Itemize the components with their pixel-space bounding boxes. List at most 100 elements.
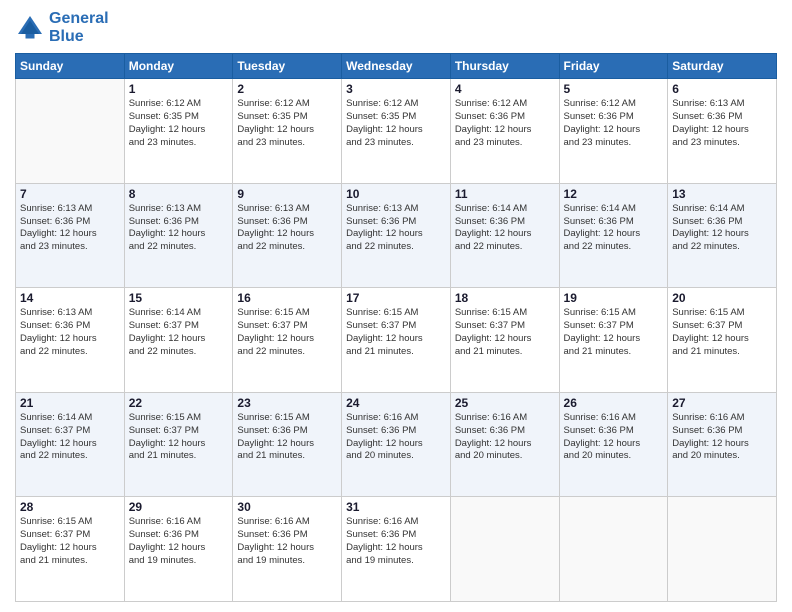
calendar-cell: 17Sunrise: 6:15 AMSunset: 6:37 PMDayligh… bbox=[342, 288, 451, 393]
day-info: Sunrise: 6:15 AMSunset: 6:37 PMDaylight:… bbox=[129, 412, 229, 463]
header-friday: Friday bbox=[559, 54, 668, 79]
day-number: 11 bbox=[455, 187, 555, 201]
day-info: Sunrise: 6:14 AMSunset: 6:37 PMDaylight:… bbox=[129, 307, 229, 358]
day-number: 20 bbox=[672, 291, 772, 305]
day-info: Sunrise: 6:15 AMSunset: 6:37 PMDaylight:… bbox=[455, 307, 555, 358]
day-number: 24 bbox=[346, 396, 446, 410]
calendar-cell bbox=[559, 497, 668, 602]
calendar-cell: 28 Sunrise: 6:15 AMSunset: 6:37 PMDayligh… bbox=[16, 497, 125, 602]
day-info: Sunrise: 6:16 AMSunset: 6:36 PMDaylight:… bbox=[346, 412, 446, 463]
calendar-cell: 20Sunrise: 6:15 AMSunset: 6:37 PMDayligh… bbox=[668, 288, 777, 393]
calendar-cell: 10Sunrise: 6:13 AMSunset: 6:36 PMDayligh… bbox=[342, 183, 451, 288]
day-number: 1 bbox=[129, 82, 229, 96]
calendar-cell: 12 Sunrise: 6:14 AMSunset: 6:36 PMDayligh… bbox=[559, 183, 668, 288]
calendar-cell: 19 Sunrise: 6:15 AMSunset: 6:37 PMDayligh… bbox=[559, 288, 668, 393]
day-number: 31 bbox=[346, 500, 446, 514]
calendar-cell bbox=[668, 497, 777, 602]
calendar-cell: 29 Sunrise: 6:16 AMSunset: 6:36 PMDayligh… bbox=[124, 497, 233, 602]
logo: General Blue bbox=[15, 10, 109, 45]
header-thursday: Thursday bbox=[450, 54, 559, 79]
day-number: 16 bbox=[237, 291, 337, 305]
day-info: Sunrise: 6:16 AMSunset: 6:36 PMDaylight:… bbox=[346, 516, 446, 567]
calendar-cell: 7 Sunrise: 6:13 AMSunset: 6:36 PMDaylight… bbox=[16, 183, 125, 288]
day-number: 5 bbox=[564, 82, 664, 96]
calendar-cell: 8 Sunrise: 6:13 AMSunset: 6:36 PMDaylight… bbox=[124, 183, 233, 288]
calendar-cell: 27 Sunrise: 6:16 AMSunset: 6:36 PMDayligh… bbox=[668, 392, 777, 497]
day-info: Sunrise: 6:12 AMSunset: 6:35 PMDaylight:… bbox=[129, 98, 229, 149]
logo-blue: Blue bbox=[49, 28, 109, 46]
calendar-cell bbox=[16, 79, 125, 184]
day-info: Sunrise: 6:15 AMSunset: 6:37 PMDaylight:… bbox=[346, 307, 446, 358]
calendar-cell: 25 Sunrise: 6:16 AMSunset: 6:36 PMDayligh… bbox=[450, 392, 559, 497]
logo-general: General bbox=[49, 10, 109, 28]
day-number: 29 bbox=[129, 500, 229, 514]
day-info: Sunrise: 6:14 AMSunset: 6:37 PMDaylight:… bbox=[20, 412, 120, 463]
calendar-cell: 30 Sunrise: 6:16 AMSunset: 6:36 PMDayligh… bbox=[233, 497, 342, 602]
day-number: 30 bbox=[237, 500, 337, 514]
calendar-cell: 14Sunrise: 6:13 AMSunset: 6:36 PMDayligh… bbox=[16, 288, 125, 393]
day-number: 4 bbox=[455, 82, 555, 96]
day-info: Sunrise: 6:15 AMSunset: 6:37 PMDaylight:… bbox=[564, 307, 664, 358]
day-number: 25 bbox=[455, 396, 555, 410]
day-number: 12 bbox=[564, 187, 664, 201]
calendar-cell: 31 Sunrise: 6:16 AMSunset: 6:36 PMDayligh… bbox=[342, 497, 451, 602]
day-number: 27 bbox=[672, 396, 772, 410]
day-info: Sunrise: 6:16 AMSunset: 6:36 PMDaylight:… bbox=[237, 516, 337, 567]
calendar-cell: 23Sunrise: 6:15 AMSunset: 6:36 PMDayligh… bbox=[233, 392, 342, 497]
calendar-cell: 21 Sunrise: 6:14 AMSunset: 6:37 PMDayligh… bbox=[16, 392, 125, 497]
day-info: Sunrise: 6:13 AMSunset: 6:36 PMDaylight:… bbox=[672, 98, 772, 149]
day-info: Sunrise: 6:16 AMSunset: 6:36 PMDaylight:… bbox=[564, 412, 664, 463]
day-number: 8 bbox=[129, 187, 229, 201]
calendar-cell: 2 Sunrise: 6:12 AMSunset: 6:35 PMDaylight… bbox=[233, 79, 342, 184]
day-info: Sunrise: 6:13 AMSunset: 6:36 PMDaylight:… bbox=[20, 203, 120, 254]
day-info: Sunrise: 6:12 AMSunset: 6:36 PMDaylight:… bbox=[564, 98, 664, 149]
day-info: Sunrise: 6:16 AMSunset: 6:36 PMDaylight:… bbox=[129, 516, 229, 567]
day-number: 21 bbox=[20, 396, 120, 410]
calendar-week-row: 7 Sunrise: 6:13 AMSunset: 6:36 PMDaylight… bbox=[16, 183, 777, 288]
day-number: 19 bbox=[564, 291, 664, 305]
day-info: Sunrise: 6:13 AMSunset: 6:36 PMDaylight:… bbox=[129, 203, 229, 254]
calendar-cell: 16 Sunrise: 6:15 AMSunset: 6:37 PMDayligh… bbox=[233, 288, 342, 393]
day-number: 13 bbox=[672, 187, 772, 201]
day-info: Sunrise: 6:16 AMSunset: 6:36 PMDaylight:… bbox=[455, 412, 555, 463]
calendar-week-row: 1 Sunrise: 6:12 AMSunset: 6:35 PMDaylight… bbox=[16, 79, 777, 184]
calendar-cell: 6 Sunrise: 6:13 AMSunset: 6:36 PMDaylight… bbox=[668, 79, 777, 184]
day-number: 3 bbox=[346, 82, 446, 96]
header-monday: Monday bbox=[124, 54, 233, 79]
calendar-table: Sunday Monday Tuesday Wednesday Thursday… bbox=[15, 53, 777, 602]
calendar-cell: 1 Sunrise: 6:12 AMSunset: 6:35 PMDaylight… bbox=[124, 79, 233, 184]
calendar-cell: 18 Sunrise: 6:15 AMSunset: 6:37 PMDayligh… bbox=[450, 288, 559, 393]
calendar-week-row: 21 Sunrise: 6:14 AMSunset: 6:37 PMDayligh… bbox=[16, 392, 777, 497]
day-number: 2 bbox=[237, 82, 337, 96]
header: General Blue bbox=[15, 10, 777, 45]
header-tuesday: Tuesday bbox=[233, 54, 342, 79]
day-info: Sunrise: 6:12 AMSunset: 6:36 PMDaylight:… bbox=[455, 98, 555, 149]
calendar-cell: 3Sunrise: 6:12 AMSunset: 6:35 PMDaylight… bbox=[342, 79, 451, 184]
page: General Blue Sunday Monday Tuesday Wedne… bbox=[0, 0, 792, 612]
day-info: Sunrise: 6:13 AMSunset: 6:36 PMDaylight:… bbox=[20, 307, 120, 358]
day-info: Sunrise: 6:12 AMSunset: 6:35 PMDaylight:… bbox=[237, 98, 337, 149]
day-info: Sunrise: 6:14 AMSunset: 6:36 PMDaylight:… bbox=[564, 203, 664, 254]
day-number: 18 bbox=[455, 291, 555, 305]
day-number: 26 bbox=[564, 396, 664, 410]
day-number: 22 bbox=[129, 396, 229, 410]
day-number: 28 bbox=[20, 500, 120, 514]
header-sunday: Sunday bbox=[16, 54, 125, 79]
day-number: 7 bbox=[20, 187, 120, 201]
calendar-cell: 26 Sunrise: 6:16 AMSunset: 6:36 PMDayligh… bbox=[559, 392, 668, 497]
day-info: Sunrise: 6:15 AMSunset: 6:37 PMDaylight:… bbox=[20, 516, 120, 567]
day-number: 23 bbox=[237, 396, 337, 410]
day-number: 6 bbox=[672, 82, 772, 96]
day-info: Sunrise: 6:14 AMSunset: 6:36 PMDaylight:… bbox=[455, 203, 555, 254]
calendar-cell: 13 Sunrise: 6:14 AMSunset: 6:36 PMDayligh… bbox=[668, 183, 777, 288]
calendar-week-row: 28 Sunrise: 6:15 AMSunset: 6:37 PMDayligh… bbox=[16, 497, 777, 602]
day-number: 15 bbox=[129, 291, 229, 305]
calendar-week-row: 14Sunrise: 6:13 AMSunset: 6:36 PMDayligh… bbox=[16, 288, 777, 393]
day-info: Sunrise: 6:16 AMSunset: 6:36 PMDaylight:… bbox=[672, 412, 772, 463]
day-info: Sunrise: 6:13 AMSunset: 6:36 PMDaylight:… bbox=[346, 203, 446, 254]
header-wednesday: Wednesday bbox=[342, 54, 451, 79]
calendar-cell: 15 Sunrise: 6:14 AMSunset: 6:37 PMDayligh… bbox=[124, 288, 233, 393]
day-info: Sunrise: 6:14 AMSunset: 6:36 PMDaylight:… bbox=[672, 203, 772, 254]
day-info: Sunrise: 6:13 AMSunset: 6:36 PMDaylight:… bbox=[237, 203, 337, 254]
day-info: Sunrise: 6:15 AMSunset: 6:37 PMDaylight:… bbox=[237, 307, 337, 358]
